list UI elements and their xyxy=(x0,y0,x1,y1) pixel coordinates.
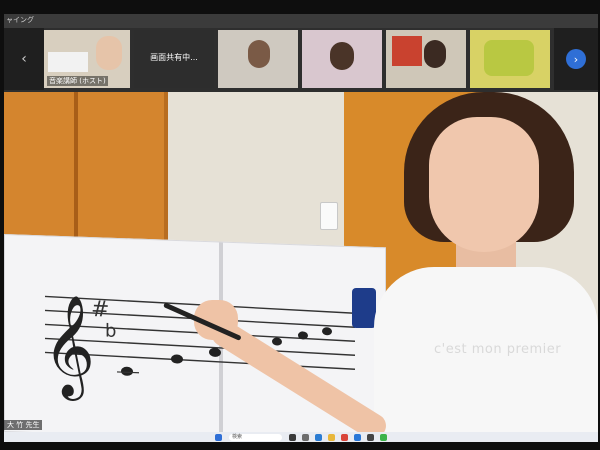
cabinet-door xyxy=(4,92,168,242)
participant-face xyxy=(424,40,446,68)
participant-tile[interactable] xyxy=(386,30,466,88)
zoom-app-icon[interactable] xyxy=(354,433,361,441)
note-head xyxy=(171,354,183,364)
file-explorer-icon[interactable] xyxy=(328,433,335,441)
ledger-line xyxy=(117,371,139,374)
treble-clef-icon: 𝄞 xyxy=(43,292,95,402)
speaker-face xyxy=(429,117,539,252)
note-head xyxy=(322,327,332,336)
participant-poster xyxy=(392,36,422,66)
participant-tile[interactable] xyxy=(302,30,382,88)
note-head xyxy=(209,347,221,357)
meeting-window: ャイング ‹ 音楽講師 (ホスト) 画面共有中... › 𝄞 # b c'est… xyxy=(4,14,598,442)
meeting-top-bar: ャイング xyxy=(4,14,598,28)
windows-taskbar: 検索 xyxy=(4,432,598,442)
note-head xyxy=(272,337,282,346)
participant-tile[interactable] xyxy=(470,30,550,88)
participant-whiteboard xyxy=(48,52,88,72)
gallery-prev-icon[interactable]: ‹ xyxy=(4,28,44,90)
wall-switch xyxy=(320,202,338,230)
gallery-next-icon: › xyxy=(566,49,586,69)
task-view-icon[interactable] xyxy=(289,433,296,441)
participant-tile[interactable]: 画面共有中... xyxy=(134,30,214,88)
shirt-print-text: c'est mon premier xyxy=(434,342,562,357)
monitor-bezel: ャイング ‹ 音楽講師 (ホスト) 画面共有中... › 𝄞 # b c'est… xyxy=(0,0,600,450)
participant-face xyxy=(330,42,354,70)
settings-icon[interactable] xyxy=(367,433,374,441)
window-title: ャイング xyxy=(6,16,34,24)
whiteboard-eraser xyxy=(352,288,376,328)
participant-face xyxy=(96,36,122,70)
taskbar-search-box[interactable]: 検索 xyxy=(229,433,282,441)
cabinet-seam xyxy=(74,92,78,242)
start-icon[interactable] xyxy=(215,433,222,441)
active-speaker-video[interactable]: 𝄞 # b c'est mon premier 大 竹 先生 xyxy=(4,92,598,432)
participant-name: 音楽講師 (ホスト) xyxy=(47,76,108,86)
participant-gallery-strip: ‹ 音楽講師 (ホスト) 画面共有中... › xyxy=(4,28,598,92)
participant-background xyxy=(484,40,534,76)
participant-tile[interactable] xyxy=(218,30,298,88)
widgets-icon[interactable] xyxy=(302,433,309,441)
flat-sign: b xyxy=(105,321,116,342)
participant-face xyxy=(248,40,270,68)
note-head xyxy=(121,366,133,376)
participant-status-text: 画面共有中... xyxy=(150,53,198,62)
participant-tile[interactable]: 音楽講師 (ホスト) xyxy=(44,30,130,88)
sharp-sign: # xyxy=(91,297,109,323)
chat-icon[interactable] xyxy=(315,433,322,441)
speaker-name-label: 大 竹 先生 xyxy=(4,420,43,430)
line-app-icon[interactable] xyxy=(380,433,387,441)
gallery-next-button[interactable]: › xyxy=(554,28,598,90)
browser-icon[interactable] xyxy=(341,433,348,441)
